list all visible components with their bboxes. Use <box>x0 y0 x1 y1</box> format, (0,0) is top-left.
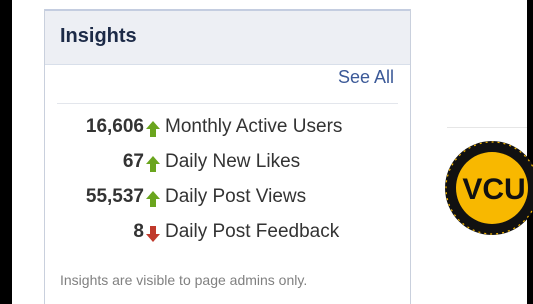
stat-label: Daily New Likes <box>165 151 301 172</box>
stat-value: 8 <box>133 221 144 242</box>
see-all-link[interactable]: See All <box>338 67 394 88</box>
stat-row-daily-post-feedback: 8 Daily Post Feedback <box>45 218 410 253</box>
screen-edge-left <box>0 0 12 304</box>
stat-row-daily-post-views: 55,537 Daily Post Views <box>45 183 410 218</box>
divider <box>57 103 398 104</box>
up-arrow-icon <box>146 191 160 207</box>
stat-value: 16,606 <box>85 116 144 137</box>
insights-stats: 16,606 Monthly Active Users 67 Daily New… <box>45 113 410 253</box>
stat-value: 67 <box>122 151 144 172</box>
insights-panel: Insights See All 16,606 Monthly Active U… <box>44 9 411 304</box>
vcu-seal-logo[interactable]: VCU <box>444 140 533 236</box>
stat-row-daily-new-likes: 67 Daily New Likes <box>45 148 410 183</box>
insights-header: Insights <box>45 11 410 65</box>
stat-value: 55,537 <box>85 186 144 207</box>
down-arrow-icon <box>146 226 160 242</box>
stat-label: Daily Post Views <box>165 186 307 207</box>
logo-text: VCU <box>462 173 525 206</box>
right-column-divider <box>447 127 527 128</box>
up-arrow-icon <box>146 121 160 137</box>
admin-visibility-note: Insights are visible to page admins only… <box>60 272 308 288</box>
stat-row-monthly-active-users: 16,606 Monthly Active Users <box>45 113 410 148</box>
stat-label: Monthly Active Users <box>165 116 343 137</box>
stat-label: Daily Post Feedback <box>165 221 340 242</box>
insights-title: Insights <box>60 25 137 47</box>
up-arrow-icon <box>146 156 160 172</box>
